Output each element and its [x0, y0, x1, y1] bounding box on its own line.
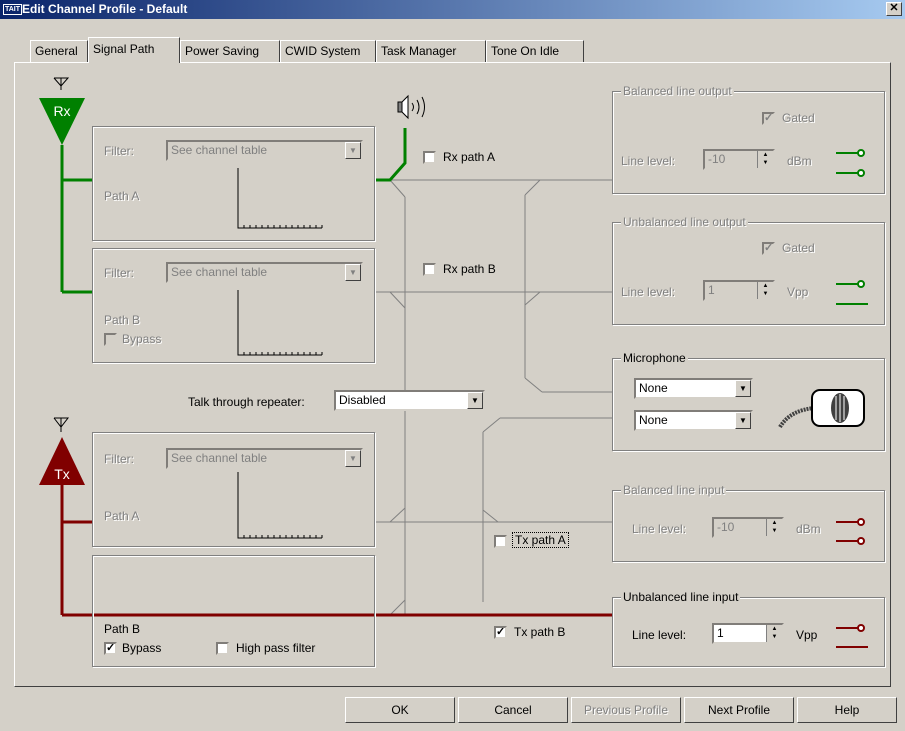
- talk-through-select[interactable]: Disabled ▼: [334, 390, 485, 411]
- close-icon[interactable]: ✕: [886, 2, 902, 16]
- tab-signal-path[interactable]: Signal Path: [88, 37, 180, 63]
- combo-value: See channel table: [171, 451, 268, 465]
- app-icon: TAIT: [3, 4, 23, 15]
- balanced-output-gated-checkbox[interactable]: ✓: [762, 112, 775, 125]
- window-title: Edit Channel Profile - Default: [22, 2, 188, 16]
- spin-arrows-icon: ▲ ▼: [757, 151, 773, 168]
- rx-bypass-label: Bypass: [122, 332, 162, 346]
- help-button[interactable]: Help: [797, 697, 897, 723]
- rx-path-a-label: Rx path A: [443, 150, 496, 164]
- chevron-down-icon: ▼: [467, 392, 483, 409]
- microphone-group: Microphone: [612, 351, 885, 451]
- tx-path-a-label: Tx path A: [512, 532, 569, 548]
- unbalanced-output-gated-label: Gated: [782, 241, 815, 255]
- group-title: Balanced line input: [621, 483, 727, 497]
- tx-a-path-label: Path A: [104, 509, 140, 523]
- combo-value: See channel table: [171, 265, 268, 279]
- unbalanced-output-unit: Vpp: [787, 285, 809, 299]
- tx-bypass-label: Bypass: [122, 641, 162, 655]
- spin-value: -10: [717, 520, 735, 534]
- tab-label: General: [35, 44, 78, 58]
- high-pass-filter-label: High pass filter: [236, 641, 316, 655]
- combo-value: See channel table: [171, 143, 268, 157]
- tab-label: Signal Path: [93, 42, 155, 56]
- combo-value: None: [639, 413, 668, 427]
- balanced-output-unit: dBm: [787, 154, 812, 168]
- tab-label: Tone On Idle: [491, 44, 560, 58]
- microphone-select-1[interactable]: None ▼: [634, 378, 753, 399]
- rx-b-filter-label: Filter:: [104, 266, 134, 280]
- tab-label: Task Manager: [381, 44, 457, 58]
- chevron-down-icon: ▼: [345, 450, 361, 467]
- spin-value: 1: [717, 626, 724, 640]
- tx-a-filter-select[interactable]: See channel table ▼: [166, 448, 363, 469]
- unbalanced-output-level-spinner[interactable]: 1 ▲ ▼: [703, 280, 775, 301]
- balanced-output-gated-label: Gated: [782, 111, 815, 125]
- spin-arrows-icon: ▲ ▼: [766, 519, 782, 536]
- tab-power-saving[interactable]: Power Saving: [180, 40, 280, 62]
- rx-a-filter-label: Filter:: [104, 144, 134, 158]
- tab-label: CWID System: [285, 44, 361, 58]
- balanced-output-group: Balanced line output: [612, 84, 885, 194]
- balanced-input-level-label: Line level:: [632, 522, 687, 536]
- balanced-input-unit: dBm: [796, 522, 821, 536]
- group-title: Unbalanced line input: [621, 590, 741, 604]
- spin-value: 1: [708, 283, 715, 297]
- tab-general[interactable]: General: [30, 40, 88, 62]
- tx-path-b-checkbox[interactable]: ✓: [494, 626, 507, 639]
- group-title: Microphone: [621, 351, 688, 365]
- chevron-down-icon: ▼: [345, 142, 361, 159]
- rx-b-filter-select[interactable]: See channel table ▼: [166, 262, 363, 283]
- tx-bypass-checkbox[interactable]: ✓: [104, 642, 117, 655]
- rx-b-path-label: Path B: [104, 313, 141, 327]
- next-profile-button[interactable]: Next Profile: [684, 697, 794, 723]
- chevron-down-icon: ▼: [345, 264, 361, 281]
- talk-through-label: Talk through repeater:: [188, 395, 305, 409]
- rx-path-b-label: Rx path B: [443, 262, 496, 276]
- combo-value: Disabled: [339, 393, 386, 407]
- unbalanced-input-unit: Vpp: [796, 628, 818, 642]
- title-bar: TAIT Edit Channel Profile - Default ✕: [0, 0, 905, 19]
- group-title: Unbalanced line output: [621, 215, 748, 229]
- spin-value: -10: [708, 152, 726, 166]
- high-pass-filter-checkbox[interactable]: [216, 642, 229, 655]
- unbalanced-output-level-label: Line level:: [621, 285, 676, 299]
- group-title: Balanced line output: [621, 84, 734, 98]
- spin-arrows-icon: ▲ ▼: [757, 282, 773, 299]
- tab-task-manager[interactable]: Task Manager: [376, 40, 486, 62]
- unbalanced-output-gated-checkbox[interactable]: ✓: [762, 242, 775, 255]
- chevron-down-icon: ▼: [735, 412, 751, 429]
- unbalanced-input-level-label: Line level:: [632, 628, 687, 642]
- microphone-select-2[interactable]: None ▼: [634, 410, 753, 431]
- rx-a-path-label: Path A: [104, 189, 140, 203]
- previous-profile-button[interactable]: Previous Profile: [571, 697, 681, 723]
- combo-value: None: [639, 381, 668, 395]
- cancel-button[interactable]: Cancel: [458, 697, 568, 723]
- tx-b-path-label: Path B: [104, 622, 141, 636]
- spin-arrows-icon: ▲ ▼: [766, 625, 782, 642]
- rx-path-b-checkbox[interactable]: [423, 263, 436, 276]
- tx-a-filter-label: Filter:: [104, 452, 134, 466]
- rx-path-a-checkbox[interactable]: [423, 151, 436, 164]
- tab-label: Power Saving: [185, 44, 260, 58]
- balanced-output-level-label: Line level:: [621, 154, 676, 168]
- balanced-input-level-spinner[interactable]: -10 ▲ ▼: [712, 517, 784, 538]
- rx-bypass-checkbox[interactable]: [104, 333, 117, 346]
- balanced-output-level-spinner[interactable]: -10 ▲ ▼: [703, 149, 775, 170]
- rx-a-filter-select[interactable]: See channel table ▼: [166, 140, 363, 161]
- chevron-down-icon: ▼: [735, 380, 751, 397]
- tx-path-b-label: Tx path B: [514, 625, 566, 639]
- tab-cwid-system[interactable]: CWID System: [280, 40, 376, 62]
- ok-button[interactable]: OK: [345, 697, 455, 723]
- tab-tone-on-idle[interactable]: Tone On Idle: [486, 40, 584, 62]
- unbalanced-output-group: Unbalanced line output: [612, 215, 885, 325]
- unbalanced-input-level-spinner[interactable]: 1 ▲ ▼: [712, 623, 784, 644]
- tx-path-a-checkbox[interactable]: [494, 535, 507, 548]
